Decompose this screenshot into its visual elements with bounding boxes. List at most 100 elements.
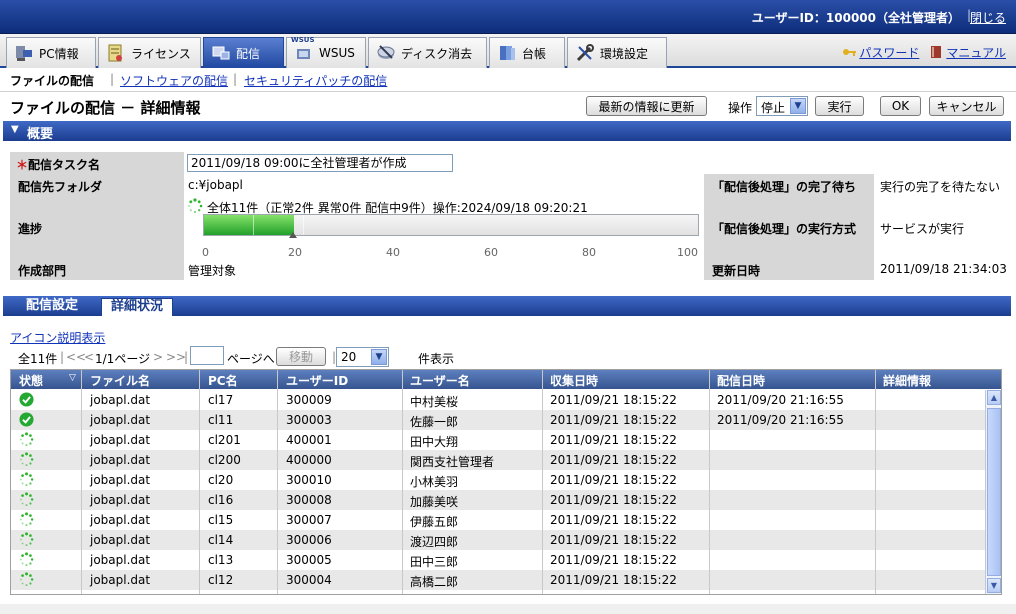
updated-value: 2011/09/18 21:34:03 [880, 262, 1007, 276]
collapse-triangle-icon[interactable]: ▼ [11, 124, 19, 135]
col-user-id[interactable]: ユーザーID [286, 372, 348, 389]
refresh-button[interactable]: 最新の情報に更新 [586, 96, 707, 116]
grid-scrollbar[interactable]: ▲ ▼ [985, 390, 1001, 594]
col-file-name[interactable]: ファイル名 [90, 372, 150, 389]
cell-pc: cl13 [208, 553, 234, 567]
cancel-button[interactable]: キャンセル [929, 96, 1004, 116]
wait-value: 実行の完了を待たない [880, 180, 1001, 194]
col-user-name[interactable]: ユーザー名 [410, 372, 470, 389]
scroll-down-icon[interactable]: ▼ [987, 578, 1001, 593]
table-row[interactable]: jobapl.dat cl20 300010 小林美羽 2011/09/21 18:15… [11, 470, 985, 490]
table-row[interactable]: jobapl.dat cl201 400001 田中大翔 2011/09/21 18:1… [11, 430, 985, 450]
detail-grid: 状態 ▽ ファイル名 PC名 ユーザーID ユーザー名 収集日時 配信日時 詳細… [10, 369, 1002, 595]
tab-disk-erase[interactable]: ディスク消去 [368, 37, 487, 68]
overview-title: 概要 [27, 127, 54, 142]
table-row[interactable]: jobapl.dat cl13 300005 田中三郎 2011/09/21 18:15… [11, 550, 985, 570]
scroll-thumb[interactable] [987, 408, 1001, 576]
spinner-icon [19, 552, 34, 567]
check-circle-icon [19, 412, 34, 427]
spinner-icon [19, 532, 34, 547]
col-status[interactable]: 状態 [19, 372, 43, 389]
cell-delivered: 2011/09/20 21:16:55 [717, 413, 844, 427]
table-row[interactable]: jobapl.dat cl11 300003 佐藤一郎 2011/09/21 18:15… [11, 410, 985, 430]
task-name-input[interactable]: 2011/09/18 09:00に全社管理者が作成 [187, 154, 453, 172]
column-divider [199, 370, 200, 594]
cell-delivered: 2011/09/20 21:16:55 [717, 393, 844, 407]
tab-distribution[interactable]: 配信 [203, 37, 284, 68]
password-link-wrap[interactable]: パスワード [842, 44, 919, 61]
tab-detail-status[interactable]: 詳細状況 [101, 298, 174, 316]
scroll-up-icon[interactable]: ▲ [987, 390, 1001, 405]
run-button[interactable]: 実行 [815, 96, 864, 116]
cell-collected: 2011/09/21 18:15:22 [550, 533, 677, 547]
page-number-input[interactable] [190, 346, 224, 365]
sort-desc-icon[interactable]: ▽ [69, 373, 76, 383]
prev-page-button[interactable]: < [84, 350, 94, 364]
table-row[interactable]: jobapl.dat cl15 300007 伊藤五郎 2011/09/21 18:15… [11, 510, 985, 530]
col-detail-info[interactable]: 詳細情報 [883, 372, 931, 389]
wsus-badge: WSUS [291, 36, 315, 44]
cell-uname: 田中大翔 [410, 435, 459, 449]
total-count: 全11件 [18, 352, 58, 366]
detail-tab-bar: 配信設定 詳細状況 [3, 296, 1011, 316]
cell-file: jobapl.dat [90, 393, 151, 407]
table-row[interactable]: jobapl.dat cl17 300009 中村美桜 2011/09/21 18:15… [11, 390, 985, 410]
overview-section-header[interactable]: ▼ 概要 [3, 121, 1011, 142]
column-divider [875, 370, 876, 594]
manual-link-wrap[interactable]: マニュアル [929, 44, 1006, 61]
folder-value: c:¥jobapl [188, 178, 243, 192]
tab-delivery-settings[interactable]: 配信設定 [17, 298, 87, 316]
table-row[interactable]: jobapl.dat cl200 400000 関西支社管理者 2011/09/21 1… [11, 450, 985, 470]
cell-pc: cl14 [208, 533, 234, 547]
cell-pc: cl200 [208, 453, 241, 467]
progress-tick: 60 [484, 246, 498, 259]
spinner-icon [188, 198, 203, 214]
task-label-text: 配信タスク名 [28, 158, 101, 172]
tab-ledger[interactable]: 台帳 [489, 37, 565, 68]
tab-label: PC情報 [39, 46, 79, 61]
col-delivered-at[interactable]: 配信日時 [717, 372, 765, 389]
cell-collected: 2011/09/21 18:15:22 [550, 393, 677, 407]
cell-uname: 渡辺四郎 [410, 535, 459, 549]
col-pc-name[interactable]: PC名 [208, 372, 238, 389]
manual-link[interactable]: マニュアル [946, 46, 1006, 60]
pager-separator: | [60, 350, 65, 364]
tab-wsus[interactable]: WSUS WSUS [286, 36, 366, 68]
progress-tick: 20 [288, 246, 302, 259]
cell-collected: 2011/09/21 18:15:22 [550, 453, 677, 467]
cell-uname: 小林美羽 [410, 475, 459, 489]
next-page-button[interactable]: > [153, 350, 163, 364]
wsus-icon [297, 49, 310, 59]
cell-collected: 2011/09/21 18:15:22 [550, 473, 677, 487]
spinner-icon [19, 512, 34, 527]
cell-uname: 中村美桜 [410, 395, 459, 409]
password-link[interactable]: パスワード [859, 46, 919, 60]
subnav-software-link[interactable]: ソフトウェアの配信 [120, 72, 228, 89]
per-page-select[interactable]: 20 ▼ [336, 347, 389, 367]
cell-file: jobapl.dat [90, 573, 151, 587]
cell-file: jobapl.dat [90, 413, 151, 427]
chevron-down-icon[interactable]: ▼ [790, 98, 806, 114]
cell-file: jobapl.dat [90, 453, 151, 467]
tab-license[interactable]: ライセンス [98, 37, 201, 68]
subnav-patch-link[interactable]: セキュリティパッチの配信 [244, 72, 387, 89]
move-button[interactable]: 移動 [276, 347, 326, 366]
table-row[interactable]: jobapl.dat cl14 300006 渡辺四郎 2011/09/21 18:15… [11, 530, 985, 550]
chevron-down-icon[interactable]: ▼ [371, 349, 387, 365]
cell-uid: 300009 [286, 393, 332, 407]
close-link[interactable]: 閉じる [970, 9, 1006, 26]
dept-value: 管理対象 [188, 264, 237, 278]
col-collected-at[interactable]: 収集日時 [550, 372, 598, 389]
tab-label: ライセンス [131, 46, 191, 61]
icon-description-link[interactable]: アイコン説明表示 [10, 329, 105, 346]
key-icon [843, 49, 857, 56]
cell-uid: 300010 [286, 473, 332, 487]
progress-tick: 0 [202, 246, 209, 259]
tab-settings[interactable]: 環境設定 [567, 37, 667, 68]
operation-select[interactable]: 停止 ▼ [756, 96, 808, 116]
ok-button[interactable]: OK [880, 96, 921, 116]
table-row[interactable]: jobapl.dat cl12 300004 高橋二郎 2011/09/21 18:15… [11, 570, 985, 590]
table-row[interactable]: jobapl.dat cl16 300008 加藤美咲 2011/09/21 18:15… [11, 490, 985, 510]
per-page-suffix: 件表示 [418, 352, 455, 366]
tab-pc-info[interactable]: PC情報 [6, 37, 96, 68]
